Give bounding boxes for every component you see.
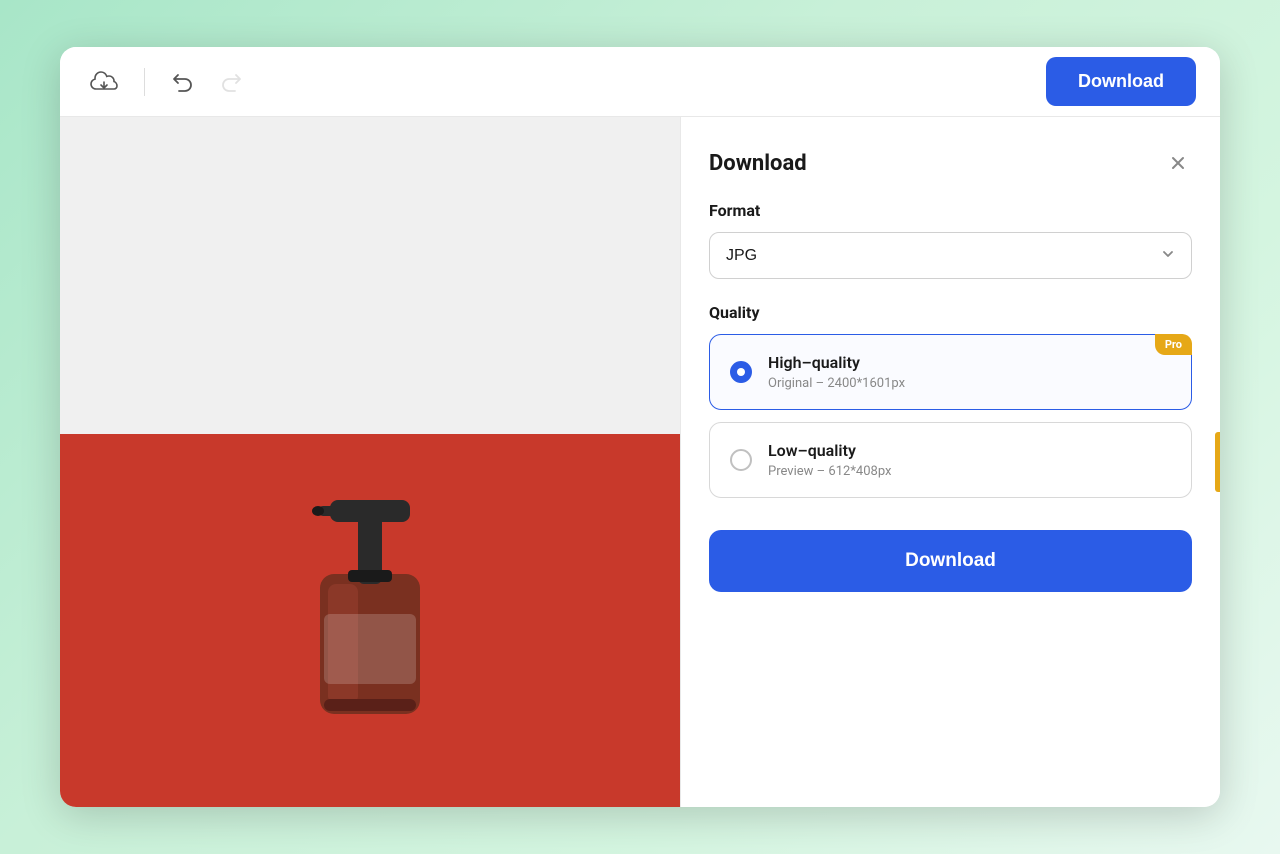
panel-header: Download: [709, 149, 1192, 177]
panel-download-button[interactable]: Download: [709, 530, 1192, 592]
format-section: Format JPG PNG SVG WEBP: [709, 201, 1192, 279]
quality-section: Quality High–quality Original – 2400*160…: [709, 303, 1192, 498]
undo-icon: [171, 71, 193, 93]
main-content: Download Format JPG PNG SVG WEBP: [60, 117, 1220, 807]
bottle-illustration: [280, 454, 460, 724]
close-panel-button[interactable]: [1164, 149, 1192, 177]
panel-edge-accent: [1215, 432, 1220, 492]
radio-low: [730, 449, 752, 471]
cloud-save-button[interactable]: [84, 65, 124, 99]
download-panel: Download Format JPG PNG SVG WEBP: [680, 117, 1220, 807]
undo-button[interactable]: [165, 65, 199, 99]
quality-low-name: Low–quality: [768, 441, 892, 460]
format-label: Format: [709, 201, 1192, 220]
close-icon: [1168, 153, 1188, 173]
quality-low-desc: Preview – 612*408px: [768, 464, 892, 479]
canvas-area: [60, 117, 680, 807]
quality-high-text: High–quality Original – 2400*1601px: [768, 353, 905, 391]
quality-option-high[interactable]: High–quality Original – 2400*1601px Pro: [709, 334, 1192, 410]
radio-inner-high: [737, 368, 745, 376]
cloud-icon: [90, 71, 118, 93]
toolbar-left: [84, 65, 1046, 99]
quality-option-low[interactable]: Low–quality Preview – 612*408px: [709, 422, 1192, 498]
quality-high-name: High–quality: [768, 353, 905, 372]
toolbar: Download: [60, 47, 1220, 117]
toolbar-divider: [144, 68, 145, 96]
panel-title: Download: [709, 151, 807, 176]
radio-high: [730, 361, 752, 383]
format-select-wrap: JPG PNG SVG WEBP: [709, 232, 1192, 279]
bottle-container: [270, 454, 470, 734]
redo-button[interactable]: [215, 65, 249, 99]
redo-icon: [221, 71, 243, 93]
pro-badge: Pro: [1155, 334, 1192, 355]
quality-low-text: Low–quality Preview – 612*408px: [768, 441, 892, 479]
app-window: Download: [60, 47, 1220, 807]
header-download-button[interactable]: Download: [1046, 57, 1196, 106]
format-select[interactable]: JPG PNG SVG WEBP: [709, 232, 1192, 279]
quality-high-desc: Original – 2400*1601px: [768, 376, 905, 391]
canvas-bottom-bg: [60, 434, 680, 807]
canvas-top-bg: [60, 117, 680, 434]
quality-label: Quality: [709, 303, 1192, 322]
toolbar-right: Download: [1046, 57, 1196, 106]
